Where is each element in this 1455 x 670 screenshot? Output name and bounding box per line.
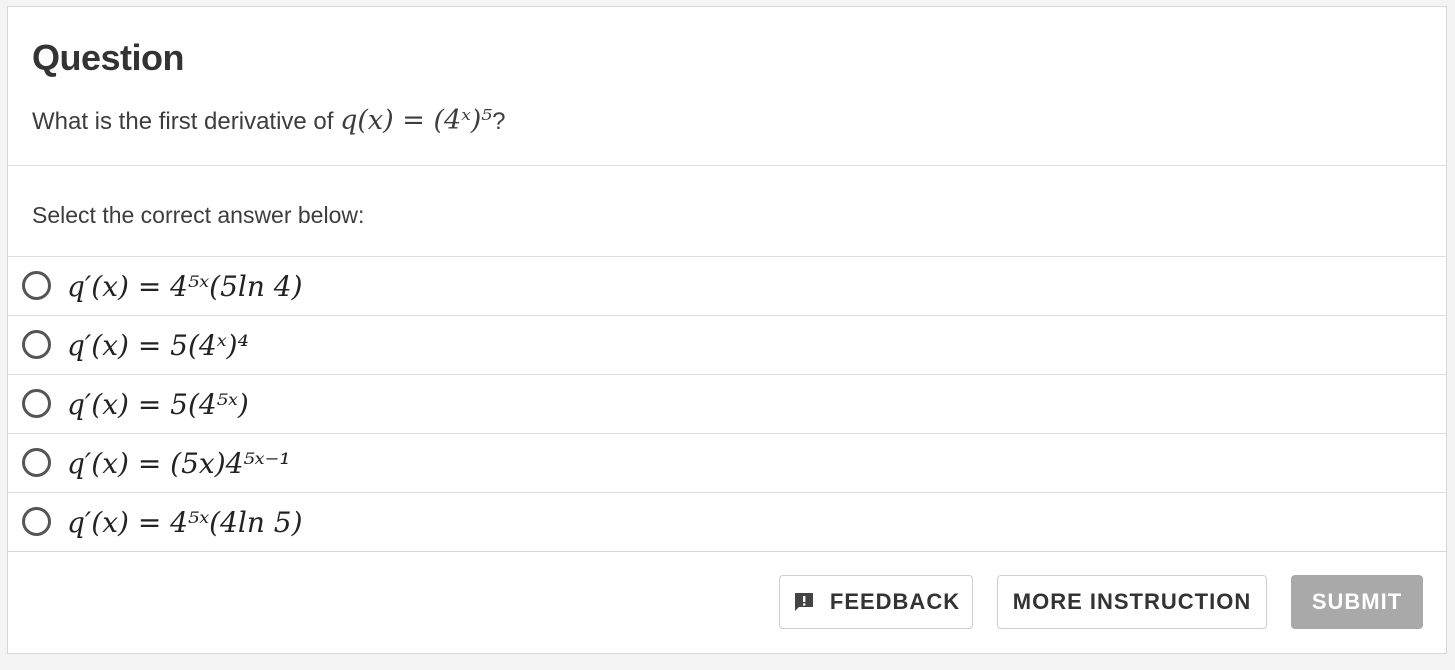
- question-suffix: ?: [492, 108, 506, 135]
- question-text: What is the first derivative of q(x) = (…: [32, 105, 1422, 136]
- radio-button[interactable]: [22, 388, 51, 418]
- radio-button[interactable]: [22, 329, 51, 359]
- answer-option-label: q′(x) = 5(4⁵ˣ): [67, 387, 249, 421]
- answer-prompt: Select the correct answer below:: [32, 202, 365, 228]
- submit-button-label: SUBMIT: [1311, 589, 1403, 614]
- action-bar: FEEDBACK MORE INSTRUCTION SUBMIT: [8, 551, 1446, 655]
- answer-option-label: q′(x) = 4⁵ˣ(5ln 4): [67, 269, 303, 303]
- more-instruction-label: MORE INSTRUCTION: [1012, 589, 1252, 614]
- question-card: Question What is the first derivative of…: [7, 6, 1447, 654]
- answer-prompt-row: Select the correct answer below:: [8, 166, 1446, 257]
- answer-option-3[interactable]: q′(x) = 5(4⁵ˣ): [8, 375, 1446, 434]
- answer-option-label: q′(x) = 5(4ˣ)⁴: [67, 328, 249, 362]
- radio-button[interactable]: [22, 506, 51, 536]
- feedback-button[interactable]: FEEDBACK: [779, 575, 973, 629]
- answer-option-5[interactable]: q′(x) = 4⁵ˣ(4ln 5): [8, 493, 1446, 552]
- answer-option-4[interactable]: q′(x) = (5x)4⁵ˣ⁻¹: [8, 434, 1446, 493]
- feedback-icon: [794, 593, 813, 611]
- answer-option-2[interactable]: q′(x) = 5(4ˣ)⁴: [8, 316, 1446, 375]
- radio-button[interactable]: [22, 270, 51, 300]
- more-instruction-button[interactable]: MORE INSTRUCTION: [997, 575, 1267, 629]
- feedback-button-label: FEEDBACK: [829, 589, 961, 614]
- question-prefix: What is the first derivative of: [32, 108, 341, 135]
- answer-options: q′(x) = 4⁵ˣ(5ln 4) q′(x) = 5(4ˣ)⁴ q′(x) …: [8, 257, 1446, 552]
- question-header: Question What is the first derivative of…: [8, 7, 1446, 166]
- answer-option-1[interactable]: q′(x) = 4⁵ˣ(5ln 4): [8, 257, 1446, 316]
- question-math: q(x) = (4ˣ)⁵: [340, 105, 493, 136]
- question-title: Question: [32, 37, 185, 78]
- radio-button[interactable]: [22, 447, 51, 477]
- answer-option-label: q′(x) = (5x)4⁵ˣ⁻¹: [67, 446, 291, 480]
- answer-option-label: q′(x) = 4⁵ˣ(4ln 5): [67, 505, 303, 539]
- submit-button[interactable]: SUBMIT: [1291, 575, 1423, 629]
